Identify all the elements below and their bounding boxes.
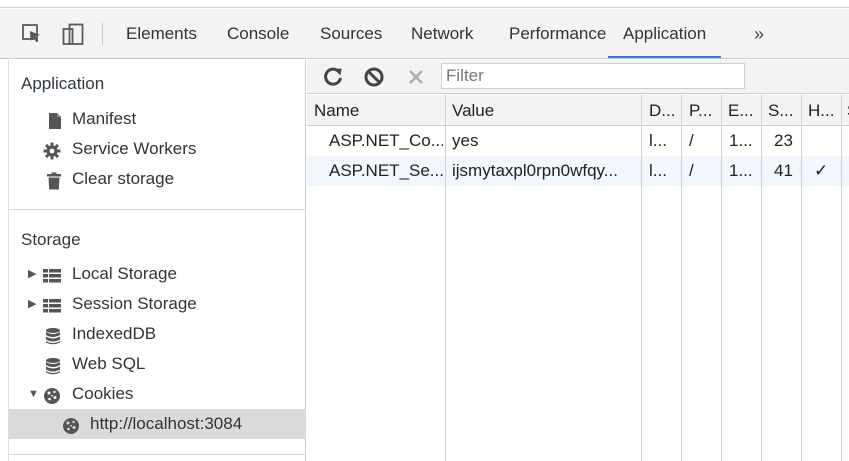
sidebar-header-storage: Storage xyxy=(21,230,81,249)
application-sidebar: Application Manifest Service Workers Cle… xyxy=(8,60,306,461)
column-divider[interactable] xyxy=(681,95,682,461)
sidebar-item-label: http://localhost:3084 xyxy=(90,414,243,433)
filter-input[interactable] xyxy=(441,63,745,89)
toolbar-separator xyxy=(102,23,103,45)
cell-name: ASP.NET_Se... xyxy=(329,161,443,180)
sidebar-item-local-storage[interactable]: ▶ Local Storage xyxy=(9,259,306,289)
column-divider[interactable] xyxy=(641,95,642,461)
column-header-path[interactable]: P... xyxy=(689,95,712,126)
cell-path: / xyxy=(689,161,694,180)
column-divider[interactable] xyxy=(841,95,842,461)
document-icon xyxy=(46,110,64,129)
column-header-size[interactable]: S... xyxy=(768,95,794,126)
devtools-tab-bar: Elements Console Sources Network Perform… xyxy=(0,9,849,59)
cell-name: ASP.NET_Co... xyxy=(329,131,443,150)
close-icon[interactable] xyxy=(405,66,427,88)
sidebar-item-label: Cookies xyxy=(72,384,134,403)
expand-triangle-icon[interactable]: ▶ xyxy=(28,289,36,319)
tab-application[interactable]: Application xyxy=(608,9,722,58)
database-icon xyxy=(45,355,63,375)
sidebar-item-cookie-origin[interactable]: http://localhost:3084 xyxy=(9,409,306,439)
sidebar-item-clear-storage[interactable]: Clear storage xyxy=(9,164,306,194)
cookies-table: Name Value D... P... E... S... H... S AS… xyxy=(307,95,849,461)
collapse-triangle-icon[interactable]: ▼ xyxy=(28,379,39,409)
cookie-icon xyxy=(62,415,80,434)
cell-domain: l... xyxy=(649,131,667,150)
table-row[interactable]: ASP.NET_Se... ijsmytaxpl0rpn0wfqy... l..… xyxy=(307,156,849,186)
sidebar-item-label: Manifest xyxy=(72,109,137,128)
gear-icon xyxy=(43,140,61,160)
cell-size: 23 xyxy=(774,131,793,150)
cookie-icon xyxy=(43,385,61,404)
tab-elements[interactable]: Elements xyxy=(126,9,197,58)
grid-icon xyxy=(43,295,61,313)
cell-path: / xyxy=(689,131,694,150)
cell-value: ijsmytaxpl0rpn0wfqy... xyxy=(452,161,618,180)
sidebar-item-session-storage[interactable]: ▶ Session Storage xyxy=(9,289,306,319)
tab-console[interactable]: Console xyxy=(227,9,289,58)
sidebar-item-manifest[interactable]: Manifest xyxy=(9,104,306,134)
cookies-toolbar xyxy=(307,60,849,94)
sidebar-item-label: IndexedDB xyxy=(72,324,157,343)
more-tabs-chevron-icon[interactable]: » xyxy=(754,9,764,58)
sidebar-item-label: Web SQL xyxy=(72,354,146,373)
element-picker-icon[interactable] xyxy=(21,23,43,45)
tab-performance[interactable]: Performance xyxy=(509,9,606,58)
table-row[interactable]: ASP.NET_Co... yes l... / 1... 23 xyxy=(307,126,849,156)
table-header: Name Value D... P... E... S... H... S xyxy=(307,95,849,126)
trash-icon xyxy=(45,170,63,190)
sidebar-item-indexeddb[interactable]: IndexedDB xyxy=(9,319,306,349)
refresh-icon[interactable] xyxy=(322,66,344,88)
column-header-httponly[interactable]: H... xyxy=(808,95,834,126)
cell-httponly: ✓ xyxy=(814,161,829,180)
tab-network[interactable]: Network xyxy=(411,9,473,58)
column-divider[interactable] xyxy=(721,95,722,461)
grid-icon xyxy=(43,265,61,283)
sidebar-divider xyxy=(9,209,306,210)
cell-expires: 1... xyxy=(729,161,753,180)
cell-size: 41 xyxy=(774,161,793,180)
expand-triangle-icon[interactable]: ▶ xyxy=(28,259,36,289)
database-icon xyxy=(45,325,63,345)
tab-sources[interactable]: Sources xyxy=(320,9,382,58)
sidebar-item-label: Service Workers xyxy=(72,139,197,158)
cell-expires: 1... xyxy=(729,131,753,150)
sidebar-item-label: Session Storage xyxy=(72,294,197,313)
sidebar-item-label: Local Storage xyxy=(72,264,177,283)
sidebar-header-application: Application xyxy=(21,74,105,93)
column-header-expires[interactable]: E... xyxy=(728,95,754,126)
sidebar-divider xyxy=(9,454,306,455)
sidebar-item-cookies[interactable]: ▼ Cookies xyxy=(9,379,306,409)
column-header-domain[interactable]: D... xyxy=(649,95,675,126)
block-icon[interactable] xyxy=(363,66,385,88)
cell-domain: l... xyxy=(649,161,667,180)
window-top-edge xyxy=(0,0,849,8)
sidebar-item-label: Clear storage xyxy=(72,169,175,188)
column-divider[interactable] xyxy=(761,95,762,461)
sidebar-item-service-workers[interactable]: Service Workers xyxy=(9,134,306,164)
cell-value: yes xyxy=(452,131,479,150)
column-header-name[interactable]: Name xyxy=(314,95,359,126)
sidebar-item-web-sql[interactable]: Web SQL xyxy=(9,349,306,379)
column-header-value[interactable]: Value xyxy=(452,95,494,126)
device-toolbar-icon[interactable] xyxy=(62,23,84,45)
column-divider[interactable] xyxy=(801,95,802,461)
column-divider[interactable] xyxy=(445,95,446,461)
